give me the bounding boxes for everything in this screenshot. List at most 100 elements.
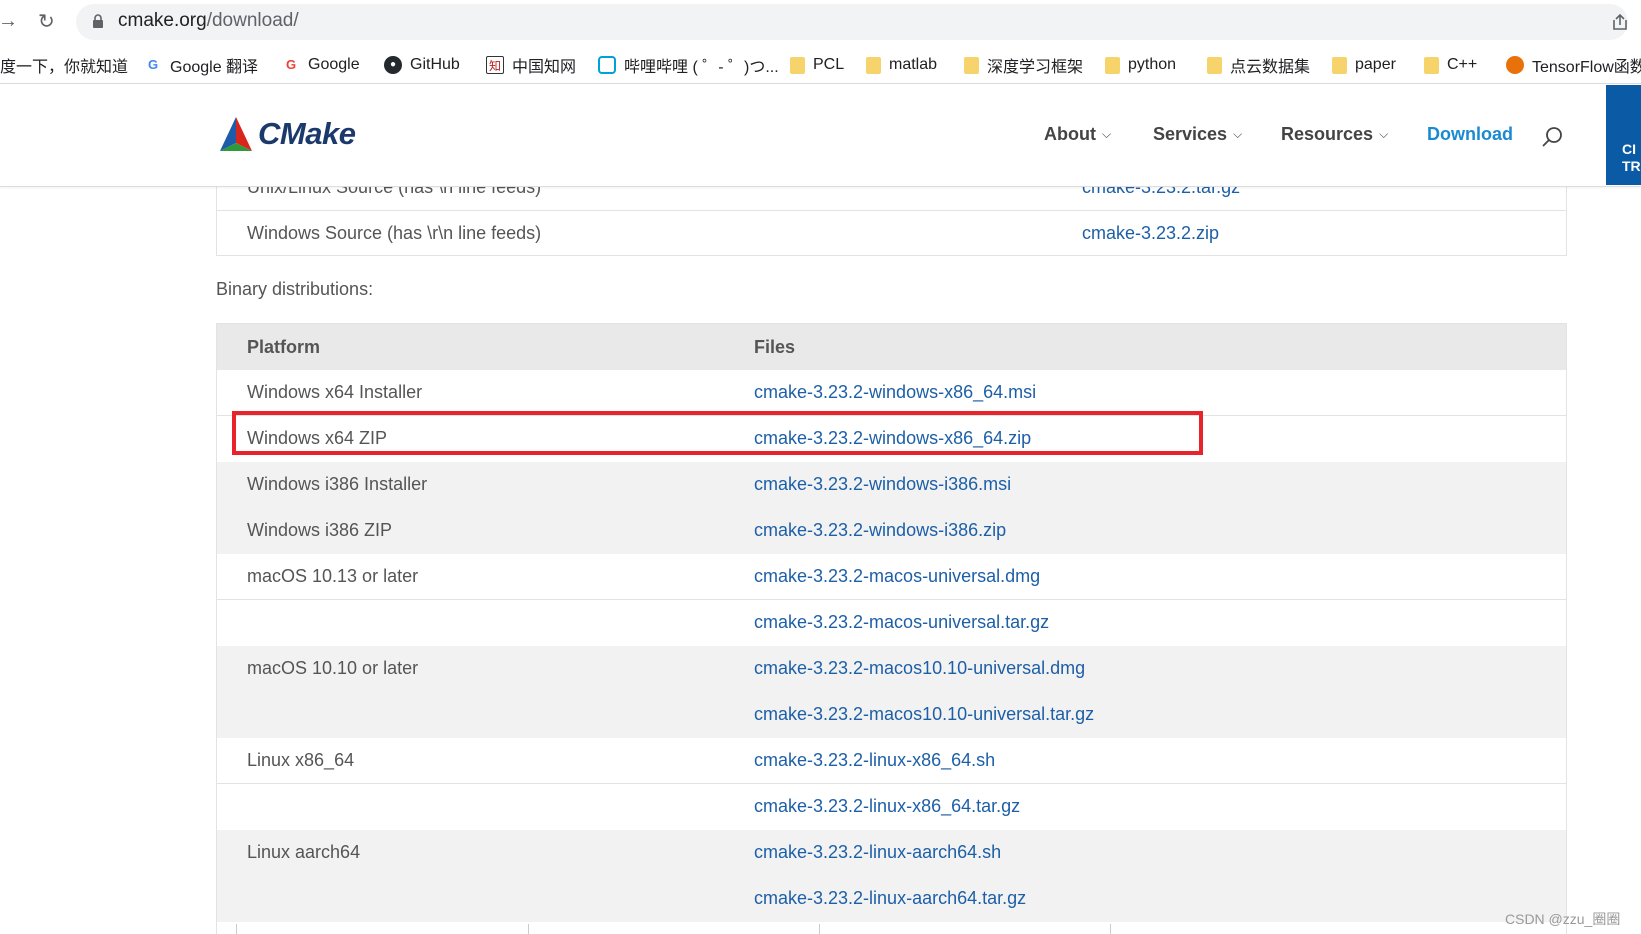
file-link[interactable]: cmake-3.23.2-windows-x86_64.msi <box>754 382 1036 403</box>
bookmark-tensorflow[interactable]: TensorFlow函数 <box>1506 54 1641 76</box>
table-header: Platform Files <box>217 324 1566 370</box>
file-link[interactable]: cmake-3.23.2-windows-i386.msi <box>754 474 1011 495</box>
folder-icon <box>1207 56 1222 74</box>
cmake-logo[interactable]: CMake <box>218 114 360 154</box>
table-row: Windows i386 Installer cmake-3.23.2-wind… <box>217 462 1566 508</box>
reload-icon[interactable]: ↻ <box>38 9 62 33</box>
bookmark-label: 点云数据集 <box>1230 59 1311 76</box>
table-divider <box>1110 924 1111 934</box>
table-row: Linux aarch64 cmake-3.23.2-linux-aarch64… <box>217 830 1566 876</box>
table-divider <box>528 924 529 934</box>
bookmark-label: 中国知网 <box>512 59 577 76</box>
watermark-text: CSDN @zzu_圈圈 <box>1505 911 1621 927</box>
platform-cell: Linux x86_64 <box>247 750 355 770</box>
highlight-annotation-box <box>232 411 1203 455</box>
search-icon[interactable] <box>1541 126 1563 148</box>
table-row: Windows Source (has \r\n line feeds) cma… <box>217 211 1566 257</box>
bookmark-google[interactable]: G Google <box>282 54 360 76</box>
bookmark-folder-python[interactable]: python <box>1105 54 1176 76</box>
bookmark-label: GitHub <box>410 56 460 73</box>
bookmark-folder-dl[interactable]: 深度学习框架 <box>964 54 1083 76</box>
nav-services-label: Services <box>1153 124 1228 144</box>
files-header: Files <box>754 337 796 357</box>
bookmark-cnki[interactable]: 知中国知网 <box>486 54 576 76</box>
github-icon: ● <box>384 56 402 74</box>
file-link[interactable]: cmake-3.23.2-windows-i386.zip <box>754 520 1006 541</box>
file-link[interactable]: cmake-3.23.2-linux-aarch64.sh <box>754 842 1001 863</box>
folder-icon <box>1105 56 1120 74</box>
table-row: cmake-3.23.2-linux-aarch64.tar.gz <box>217 876 1566 922</box>
chevron-down-icon: ⌵ <box>1233 127 1243 141</box>
bookmark-folder-cpp[interactable]: C++ <box>1424 54 1477 76</box>
bookmark-folder-pointcloud[interactable]: 点云数据集 <box>1207 54 1310 76</box>
bookmark-label: TensorFlow函数 <box>1532 59 1641 76</box>
table-row: Windows i386 ZIP cmake-3.23.2-windows-i3… <box>217 508 1566 554</box>
nav-about-label: About <box>1044 124 1096 144</box>
nav-resources-label: Resources <box>1281 124 1374 144</box>
file-link[interactable]: cmake-3.23.2-macos10.10-universal.tar.gz <box>754 704 1094 725</box>
side-tab-text: CI TRA <box>1622 141 1641 174</box>
side-training-tab[interactable]: CI TRA <box>1606 85 1641 185</box>
nav-resources[interactable]: Resources ⌵ <box>1281 124 1388 145</box>
folder-icon <box>866 56 881 74</box>
file-link[interactable]: cmake-3.23.2-macos-universal.dmg <box>754 566 1040 587</box>
file-link[interactable]: cmake-3.23.2-linux-x86_64.tar.gz <box>754 796 1020 817</box>
address-bar[interactable] <box>76 4 1628 40</box>
google-translate-icon: G <box>147 57 159 72</box>
table-row: cmake-3.23.2-linux-x86_64.tar.gz <box>217 784 1566 830</box>
url-text[interactable]: cmake.org/download/ <box>118 10 299 32</box>
bookmark-label: Google <box>308 56 360 73</box>
platform-cell: Windows Source (has \r\n line feeds) <box>247 223 542 243</box>
nav-about[interactable]: About ⌵ <box>1044 124 1111 145</box>
table-row: macOS 10.10 or later cmake-3.23.2-macos1… <box>217 646 1566 692</box>
bookmark-label: 百度一下，你就知道 <box>0 59 129 76</box>
bookmark-label: python <box>1128 56 1177 73</box>
bookmark-bilibili[interactable]: 哔哩哔哩 ( ゜- ゜)つ... <box>598 54 779 76</box>
logo-text: CMake <box>258 116 356 151</box>
back-arrow-icon[interactable]: → <box>0 10 18 34</box>
nav-services[interactable]: Services ⌵ <box>1153 124 1242 145</box>
platform-cell: Windows i386 Installer <box>247 474 428 494</box>
nav-download[interactable]: Download <box>1427 124 1513 145</box>
folder-icon <box>790 56 805 74</box>
platform-header: Platform <box>247 337 321 357</box>
table-row: Linux x86_64 cmake-3.23.2-linux-x86_64.s… <box>217 738 1566 784</box>
platform-cell: Windows x64 Installer <box>247 382 423 402</box>
table-divider <box>819 924 820 934</box>
bookmark-label: C++ <box>1447 56 1478 73</box>
file-link[interactable]: cmake-3.23.2.zip <box>1082 223 1219 244</box>
bilibili-icon <box>598 56 616 74</box>
platform-cell: Windows i386 ZIP <box>247 520 393 540</box>
file-link[interactable]: cmake-3.23.2-macos-universal.tar.gz <box>754 612 1049 633</box>
cmake-triangle-icon <box>220 117 252 151</box>
bookmark-label: PCL <box>813 56 845 73</box>
platform-cell: macOS 10.10 or later <box>247 658 419 678</box>
bookmark-label: matlab <box>889 56 938 73</box>
bookmark-label: paper <box>1355 56 1396 73</box>
folder-icon <box>1424 56 1439 74</box>
table-row: macOS 10.13 or later cmake-3.23.2-macos-… <box>217 554 1566 600</box>
file-link[interactable]: cmake-3.23.2-linux-x86_64.sh <box>754 750 995 771</box>
lock-icon[interactable] <box>92 14 104 28</box>
bookmark-folder-paper[interactable]: paper <box>1332 54 1396 76</box>
folder-icon <box>964 56 979 74</box>
bookmark-google-translate[interactable]: G Google 翻译 <box>144 54 258 76</box>
google-icon: G <box>285 57 297 72</box>
chevron-down-icon: ⌵ <box>1379 127 1389 141</box>
file-link[interactable]: cmake-3.23.2-macos10.10-universal.dmg <box>754 658 1085 679</box>
tensorflow-icon <box>1506 56 1524 74</box>
bookmarks-bar: 百度一下，你就知道 G Google 翻译 G Google ● GitHub 知中国… <box>0 44 1641 84</box>
bookmark-github[interactable]: ● GitHub <box>384 54 460 76</box>
cnki-icon: 知 <box>486 56 504 74</box>
table-row: Windows x64 Installer cmake-3.23.2-windo… <box>217 370 1566 416</box>
table-divider <box>236 924 237 934</box>
bookmark-label: Google 翻译 <box>170 59 259 76</box>
bookmark-baidu[interactable]: 百度一下，你就知道 <box>0 54 128 76</box>
file-link[interactable]: cmake-3.23.2-linux-aarch64.tar.gz <box>754 888 1026 909</box>
browser-toolbar: → ↻ cmake.org/download/ <box>0 0 1641 44</box>
bookmark-folder-matlab[interactable]: matlab <box>866 54 937 76</box>
bookmark-folder-pcl[interactable]: PCL <box>790 54 844 76</box>
share-icon[interactable] <box>1610 12 1630 32</box>
table-row: cmake-3.23.2-macos10.10-universal.tar.gz <box>217 692 1566 738</box>
platform-cell: macOS 10.13 or later <box>247 566 419 586</box>
